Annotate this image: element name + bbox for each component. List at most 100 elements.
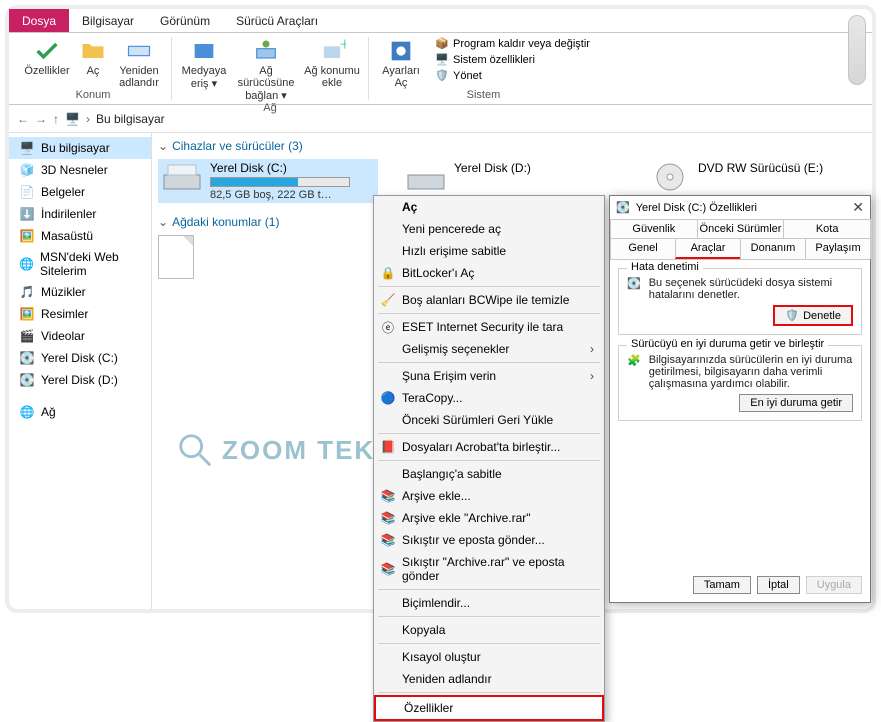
prop-tab-security[interactable]: Güvenlik: [610, 219, 698, 238]
tab-drive-tools[interactable]: Sürücü Araçları: [223, 9, 331, 32]
ctx-pin-quick-access[interactable]: Hızlı erişime sabitle: [374, 240, 604, 262]
context-menu: Aç Yeni pencerede aç Hızlı erişime sabit…: [373, 195, 605, 722]
ctx-open[interactable]: Aç: [374, 196, 604, 218]
sidebar-documents[interactable]: 📄Belgeler: [9, 181, 151, 203]
pc-icon: 🖥️: [65, 112, 80, 126]
ctx-open-new-window[interactable]: Yeni pencerede aç: [374, 218, 604, 240]
drive-c-usage-bar: [210, 177, 350, 187]
ctx-separator: [378, 692, 600, 693]
ribbon-properties-label: Özellikler: [24, 65, 69, 77]
section-devices-header[interactable]: ⌄Cihazlar ve sürücüler (3): [158, 137, 866, 155]
ctx-compress-named-email-label: Sıkıştır "Archive.rar" ve eposta gönder: [402, 555, 594, 583]
check-button[interactable]: 🛡️Denetle: [773, 305, 853, 326]
drive-c-size: 82,5 GB boş, 222 GB t…: [210, 189, 350, 201]
ctx-bcwipe[interactable]: 🧹Boş alanları BCWipe ile temizle: [374, 289, 604, 311]
sidebar-item-label: İndirilenler: [41, 207, 96, 221]
ribbon-open[interactable]: Aç: [77, 37, 109, 89]
window-scrollbar[interactable]: [848, 15, 866, 85]
ctx-compress-and-email[interactable]: 📚Sıkıştır ve eposta gönder...: [374, 529, 604, 551]
ribbon: Özellikler Aç Yeniden adlandır Konum Med…: [9, 33, 872, 105]
ribbon-map-drive[interactable]: Ağ sürücüsüne bağlan ▾: [234, 37, 298, 102]
ribbon-group-system-label: Sistem: [467, 89, 501, 101]
breadcrumb-root[interactable]: Bu bilgisayar: [96, 112, 165, 126]
ribbon-add-network-location[interactable]: ＋ Ağ konumu ekle: [304, 37, 360, 102]
download-icon: ⬇️: [19, 206, 35, 222]
drive-c[interactable]: Yerel Disk (C:) 82,5 GB boş, 222 GB t…: [158, 159, 378, 203]
sidebar-desktop[interactable]: 🖼️Masaüstü: [9, 225, 151, 247]
box-icon: 📦: [435, 37, 449, 51]
prop-tab-previous-versions[interactable]: Önceki Sürümler: [697, 219, 785, 238]
ribbon-rename[interactable]: Yeniden adlandır: [115, 37, 163, 89]
error-checking-title: Hata denetimi: [627, 261, 703, 273]
drive-check-icon: 💽: [627, 277, 641, 290]
ctx-teracopy[interactable]: 🔵TeraCopy...: [374, 387, 604, 409]
ctx-compress-named-and-email[interactable]: 📚Sıkıştır "Archive.rar" ve eposta gönder: [374, 551, 604, 587]
dialog-title: Yerel Disk (C:) Özellikleri: [636, 202, 757, 214]
nav-fwd-icon[interactable]: →: [35, 112, 47, 126]
prop-tab-hardware[interactable]: Donanım: [740, 238, 806, 259]
network-drive-icon: [252, 37, 280, 65]
sidebar-local-disk-d[interactable]: 💽Yerel Disk (D:): [9, 369, 151, 391]
breadcrumb[interactable]: ← → ↑ 🖥️ › Bu bilgisayar: [9, 105, 872, 133]
ctx-copy[interactable]: Kopyala: [374, 619, 604, 641]
ribbon-media-access[interactable]: Medyaya eriş ▾: [180, 37, 228, 102]
ctx-create-shortcut[interactable]: Kısayol oluştur: [374, 646, 604, 668]
ctx-teracopy-label: TeraCopy...: [402, 391, 462, 405]
sidebar-item-label: 3D Nesneler: [41, 163, 108, 177]
ctx-separator: [378, 643, 600, 644]
sidebar-pictures[interactable]: 🖼️Resimler: [9, 303, 151, 325]
ribbon-system-properties[interactable]: 🖥️Sistem özellikleri: [435, 53, 590, 67]
sidebar-item-label: Yerel Disk (C:): [41, 351, 118, 365]
ribbon-open-settings[interactable]: Ayarları Aç: [377, 37, 425, 89]
ctx-add-to-archive-named[interactable]: 📚Arşive ekle "Archive.rar": [374, 507, 604, 529]
ctx-separator: [378, 616, 600, 617]
sidebar-3d-objects[interactable]: 🧊3D Nesneler: [9, 159, 151, 181]
optimize-button[interactable]: En iyi duruma getir: [739, 394, 853, 412]
ctx-advanced-options[interactable]: Gelişmiş seçenekler›: [374, 338, 604, 360]
acrobat-icon: 📕: [380, 439, 396, 455]
chevron-right-icon: ›: [590, 369, 594, 383]
apply-button[interactable]: Uygula: [806, 576, 862, 594]
ok-button[interactable]: Tamam: [693, 576, 751, 594]
media-icon: [190, 37, 218, 65]
ctx-give-access[interactable]: Şuna Erişim verin ›: [374, 365, 604, 387]
ctx-restore-previous-versions[interactable]: Önceki Sürümleri Geri Yükle: [374, 409, 604, 431]
sidebar-msn-sites[interactable]: 🌐MSN'deki Web Sitelerim: [9, 247, 151, 281]
sidebar-videos[interactable]: 🎬Videolar: [9, 325, 151, 347]
prop-tab-tools[interactable]: Araçlar: [675, 238, 741, 259]
nav-up-icon[interactable]: ↑: [53, 112, 59, 126]
ctx-acrobat-label: Dosyaları Acrobat'ta birleştir...: [402, 440, 560, 454]
ctx-rename[interactable]: Yeniden adlandır: [374, 668, 604, 690]
nav-back-icon[interactable]: ←: [17, 112, 29, 126]
close-icon[interactable]: ✕: [852, 199, 864, 216]
tab-file[interactable]: Dosya: [9, 9, 69, 32]
tab-computer[interactable]: Bilgisayar: [69, 9, 147, 32]
ribbon-properties[interactable]: Özellikler: [23, 37, 71, 89]
ribbon-manage[interactable]: 🛡️Yönet: [435, 69, 590, 83]
ctx-format[interactable]: Biçimlendir...: [374, 592, 604, 614]
sidebar-music[interactable]: 🎵Müzikler: [9, 281, 151, 303]
sidebar-downloads[interactable]: ⬇️ İndirilenler: [9, 203, 151, 225]
sidebar-local-disk-c[interactable]: 💽Yerel Disk (C:): [9, 347, 151, 369]
sidebar: 🖥️Bu bilgisayar 🧊3D Nesneler 📄Belgeler ⬇…: [9, 133, 152, 609]
ctx-give-access-label: Şuna Erişim verin: [402, 369, 496, 383]
ctx-eset-scan[interactable]: ⓔESET Internet Security ile tara: [374, 316, 604, 338]
prop-tab-general[interactable]: Genel: [610, 238, 676, 259]
prop-tab-quota[interactable]: Kota: [783, 219, 871, 238]
ctx-add-to-archive[interactable]: 📚Arşive ekle...: [374, 485, 604, 507]
folder-open-icon: [79, 37, 107, 65]
sidebar-network[interactable]: 🌐Ağ: [9, 401, 151, 423]
prop-tab-sharing[interactable]: Paylaşım: [805, 238, 871, 259]
ribbon-media-access-label: Medyaya eriş ▾: [182, 65, 227, 90]
ribbon-uninstall-program[interactable]: 📦Program kaldır veya değiştir: [435, 37, 590, 51]
ribbon-map-drive-label: Ağ sürücüsüne bağlan ▾: [234, 65, 298, 102]
sidebar-this-pc[interactable]: 🖥️Bu bilgisayar: [9, 137, 151, 159]
tab-view[interactable]: Görünüm: [147, 9, 223, 32]
ctx-pin-to-start[interactable]: Başlangıç'a sabitle: [374, 463, 604, 485]
section-devices-label: Cihazlar ve sürücüler (3): [172, 139, 303, 153]
ctx-properties[interactable]: Özellikler: [374, 695, 604, 721]
ctx-acrobat-combine[interactable]: 📕 Dosyaları Acrobat'ta birleştir...: [374, 436, 604, 458]
ctx-bitlocker[interactable]: 🔒BitLocker'ı Aç: [374, 262, 604, 284]
cancel-button[interactable]: İptal: [757, 576, 800, 594]
ribbon-tabs: Dosya Bilgisayar Görünüm Sürücü Araçları: [9, 9, 872, 33]
